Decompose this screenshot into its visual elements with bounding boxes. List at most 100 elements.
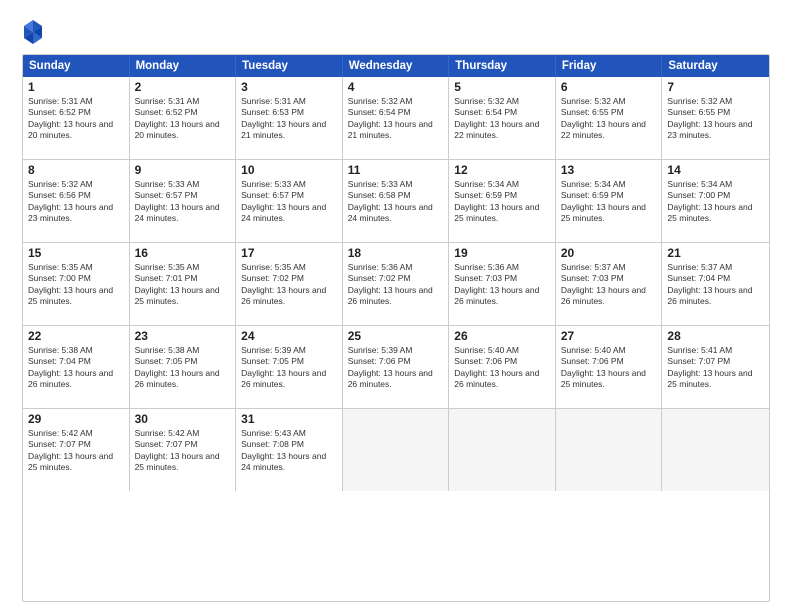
header-day-wednesday: Wednesday (343, 55, 450, 77)
cell-info: Sunrise: 5:42 AMSunset: 7:07 PMDaylight:… (135, 428, 231, 474)
cell-info: Sunrise: 5:31 AMSunset: 6:52 PMDaylight:… (28, 96, 124, 142)
day-number: 13 (561, 163, 657, 177)
day-cell-4: 4 Sunrise: 5:32 AMSunset: 6:54 PMDaylight… (343, 77, 450, 159)
day-number: 25 (348, 329, 444, 343)
day-number: 5 (454, 80, 550, 94)
day-cell-15: 15 Sunrise: 5:35 AMSunset: 7:00 PMDayligh… (23, 243, 130, 325)
cell-info: Sunrise: 5:36 AMSunset: 7:02 PMDaylight:… (348, 262, 444, 308)
day-cell-22: 22 Sunrise: 5:38 AMSunset: 7:04 PMDayligh… (23, 326, 130, 408)
cell-info: Sunrise: 5:34 AMSunset: 6:59 PMDaylight:… (561, 179, 657, 225)
cell-info: Sunrise: 5:32 AMSunset: 6:55 PMDaylight:… (561, 96, 657, 142)
day-number: 8 (28, 163, 124, 177)
day-number: 14 (667, 163, 764, 177)
day-number: 12 (454, 163, 550, 177)
cell-info: Sunrise: 5:39 AMSunset: 7:06 PMDaylight:… (348, 345, 444, 391)
day-cell-26: 26 Sunrise: 5:40 AMSunset: 7:06 PMDayligh… (449, 326, 556, 408)
day-number: 16 (135, 246, 231, 260)
calendar-row-1: 8 Sunrise: 5:32 AMSunset: 6:56 PMDaylight… (23, 160, 769, 243)
cell-info: Sunrise: 5:31 AMSunset: 6:52 PMDaylight:… (135, 96, 231, 142)
day-cell-25: 25 Sunrise: 5:39 AMSunset: 7:06 PMDayligh… (343, 326, 450, 408)
day-cell-20: 20 Sunrise: 5:37 AMSunset: 7:03 PMDayligh… (556, 243, 663, 325)
day-cell-11: 11 Sunrise: 5:33 AMSunset: 6:58 PMDayligh… (343, 160, 450, 242)
empty-cell (449, 409, 556, 491)
day-cell-28: 28 Sunrise: 5:41 AMSunset: 7:07 PMDayligh… (662, 326, 769, 408)
empty-cell (556, 409, 663, 491)
day-cell-24: 24Sunrise: 5:39 AMSunset: 7:05 PMDayligh… (236, 326, 343, 408)
day-number: 15 (28, 246, 124, 260)
cell-info: Sunrise: 5:43 AMSunset: 7:08 PMDaylight:… (241, 428, 337, 474)
empty-cell (662, 409, 769, 491)
logo-icon (22, 18, 44, 46)
day-cell-2: 2 Sunrise: 5:31 AMSunset: 6:52 PMDaylight… (130, 77, 237, 159)
empty-cell (343, 409, 450, 491)
day-number: 18 (348, 246, 444, 260)
day-number: 4 (348, 80, 444, 94)
day-number: 9 (135, 163, 231, 177)
day-cell-21: 21 Sunrise: 5:37 AMSunset: 7:04 PMDayligh… (662, 243, 769, 325)
logo (22, 18, 48, 46)
day-number: 30 (135, 412, 231, 426)
day-number: 1 (28, 80, 124, 94)
day-number: 31 (241, 412, 337, 426)
calendar-body: 1 Sunrise: 5:31 AMSunset: 6:52 PMDaylight… (23, 77, 769, 491)
day-cell-13: 13 Sunrise: 5:34 AMSunset: 6:59 PMDayligh… (556, 160, 663, 242)
day-number: 21 (667, 246, 764, 260)
day-number: 22 (28, 329, 124, 343)
day-cell-14: 14 Sunrise: 5:34 AMSunset: 7:00 PMDayligh… (662, 160, 769, 242)
day-number: 29 (28, 412, 124, 426)
day-cell-3: 3Sunrise: 5:31 AMSunset: 6:53 PMDaylight… (236, 77, 343, 159)
cell-info: Sunrise: 5:41 AMSunset: 7:07 PMDaylight:… (667, 345, 764, 391)
cell-info: Sunrise: 5:32 AMSunset: 6:54 PMDaylight:… (454, 96, 550, 142)
header-day-saturday: Saturday (662, 55, 769, 77)
cell-info: Sunrise: 5:32 AMSunset: 6:54 PMDaylight:… (348, 96, 444, 142)
page: SundayMondayTuesdayWednesdayThursdayFrid… (0, 0, 792, 612)
calendar-row-4: 29 Sunrise: 5:42 AMSunset: 7:07 PMDayligh… (23, 409, 769, 491)
day-number: 6 (561, 80, 657, 94)
day-cell-27: 27 Sunrise: 5:40 AMSunset: 7:06 PMDayligh… (556, 326, 663, 408)
cell-info: Sunrise: 5:39 AMSunset: 7:05 PMDaylight:… (241, 345, 337, 391)
day-cell-19: 19Sunrise: 5:36 AMSunset: 7:03 PMDayligh… (449, 243, 556, 325)
day-number: 27 (561, 329, 657, 343)
header-day-thursday: Thursday (449, 55, 556, 77)
day-number: 28 (667, 329, 764, 343)
day-cell-18: 18 Sunrise: 5:36 AMSunset: 7:02 PMDayligh… (343, 243, 450, 325)
day-cell-30: 30 Sunrise: 5:42 AMSunset: 7:07 PMDayligh… (130, 409, 237, 491)
day-cell-8: 8 Sunrise: 5:32 AMSunset: 6:56 PMDaylight… (23, 160, 130, 242)
day-cell-6: 6 Sunrise: 5:32 AMSunset: 6:55 PMDaylight… (556, 77, 663, 159)
day-number: 2 (135, 80, 231, 94)
day-number: 3 (241, 80, 337, 94)
cell-info: Sunrise: 5:37 AMSunset: 7:04 PMDaylight:… (667, 262, 764, 308)
cell-info: Sunrise: 5:40 AMSunset: 7:06 PMDaylight:… (561, 345, 657, 391)
cell-info: Sunrise: 5:32 AMSunset: 6:56 PMDaylight:… (28, 179, 124, 225)
calendar: SundayMondayTuesdayWednesdayThursdayFrid… (22, 54, 770, 602)
day-number: 10 (241, 163, 337, 177)
day-cell-16: 16 Sunrise: 5:35 AMSunset: 7:01 PMDayligh… (130, 243, 237, 325)
day-cell-7: 7 Sunrise: 5:32 AMSunset: 6:55 PMDaylight… (662, 77, 769, 159)
day-cell-31: 31 Sunrise: 5:43 AMSunset: 7:08 PMDayligh… (236, 409, 343, 491)
header-day-monday: Monday (130, 55, 237, 77)
cell-info: Sunrise: 5:35 AMSunset: 7:01 PMDaylight:… (135, 262, 231, 308)
cell-info: Sunrise: 5:40 AMSunset: 7:06 PMDaylight:… (454, 345, 550, 391)
calendar-row-2: 15 Sunrise: 5:35 AMSunset: 7:00 PMDayligh… (23, 243, 769, 326)
cell-info: Sunrise: 5:38 AMSunset: 7:04 PMDaylight:… (28, 345, 124, 391)
day-cell-23: 23Sunrise: 5:38 AMSunset: 7:05 PMDayligh… (130, 326, 237, 408)
header-day-friday: Friday (556, 55, 663, 77)
cell-info: Sunrise: 5:33 AMSunset: 6:58 PMDaylight:… (348, 179, 444, 225)
day-number: 20 (561, 246, 657, 260)
day-cell-9: 9 Sunrise: 5:33 AMSunset: 6:57 PMDaylight… (130, 160, 237, 242)
header (22, 18, 770, 46)
cell-info: Sunrise: 5:34 AMSunset: 7:00 PMDaylight:… (667, 179, 764, 225)
cell-info: Sunrise: 5:35 AMSunset: 7:00 PMDaylight:… (28, 262, 124, 308)
calendar-row-0: 1 Sunrise: 5:31 AMSunset: 6:52 PMDaylight… (23, 77, 769, 160)
cell-info: Sunrise: 5:35 AMSunset: 7:02 PMDaylight:… (241, 262, 337, 308)
cell-info: Sunrise: 5:33 AMSunset: 6:57 PMDaylight:… (135, 179, 231, 225)
cell-info: Sunrise: 5:42 AMSunset: 7:07 PMDaylight:… (28, 428, 124, 474)
cell-info: Sunrise: 5:37 AMSunset: 7:03 PMDaylight:… (561, 262, 657, 308)
day-number: 26 (454, 329, 550, 343)
day-number: 7 (667, 80, 764, 94)
cell-info: Sunrise: 5:38 AMSunset: 7:05 PMDaylight:… (135, 345, 231, 391)
day-cell-10: 10Sunrise: 5:33 AMSunset: 6:57 PMDayligh… (236, 160, 343, 242)
cell-info: Sunrise: 5:32 AMSunset: 6:55 PMDaylight:… (667, 96, 764, 142)
day-number: 11 (348, 163, 444, 177)
day-cell-17: 17Sunrise: 5:35 AMSunset: 7:02 PMDayligh… (236, 243, 343, 325)
